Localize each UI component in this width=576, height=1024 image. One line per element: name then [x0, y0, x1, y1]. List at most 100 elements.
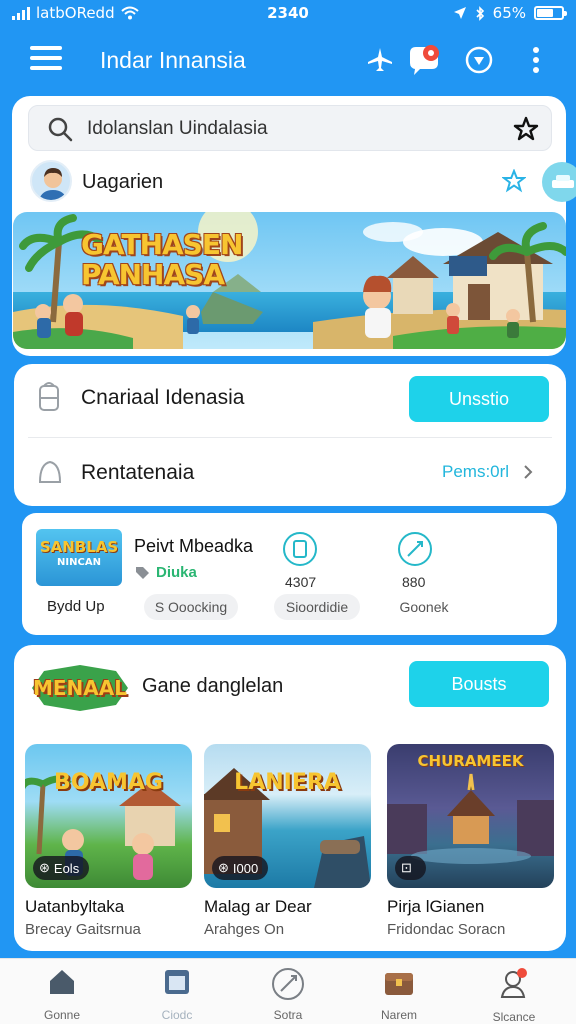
- app-title: Indar Innansia: [100, 47, 246, 73]
- featured-game-logo: SANBLAS NINCAN: [36, 539, 122, 571]
- battery-percent: 65%: [492, 4, 526, 22]
- more-vert-icon: [533, 47, 539, 73]
- star-icon[interactable]: [513, 116, 539, 142]
- star-outline-icon[interactable]: [502, 169, 526, 193]
- play-icon: ⊛: [218, 860, 229, 875]
- home-icon: [50, 970, 74, 994]
- bell-icon: [38, 460, 62, 483]
- row1-action-button[interactable]: Unsstio: [409, 376, 549, 422]
- banner-headline: GATHASEN PANHASA: [81, 228, 243, 291]
- nav-home[interactable]: Gonne: [17, 967, 107, 1022]
- game-badge: ⊛ I000: [212, 856, 269, 880]
- user-row: Uagarien: [14, 160, 576, 204]
- game-card-1[interactable]: BOAMAG ⊛ Eols Uatanbyltaka Brecay Gaitsrn…: [25, 744, 192, 938]
- game-title: Uatanbyltaka: [25, 897, 125, 916]
- nav-calendar[interactable]: Ciodc: [132, 967, 222, 1022]
- compass-icon: [465, 46, 493, 74]
- chat-bubble-icon: [410, 45, 439, 75]
- section-title: Gane danglelan: [142, 675, 284, 697]
- nav-sword[interactable]: Sotra: [243, 967, 333, 1022]
- game-badge: ⊛ Eols: [33, 856, 90, 880]
- actions-card: Cnariaal Idenasia Unsstio Rentatenaia Pe…: [14, 364, 566, 506]
- game-subtitle: Arahges On: [204, 921, 285, 938]
- game-badge-text: I000: [232, 860, 259, 876]
- hamburger-menu-button[interactable]: [30, 46, 62, 74]
- featured-banner[interactable]: GATHASEN PANHASA: [13, 212, 566, 349]
- game-subtitle: Fridondac Soracn: [387, 921, 506, 938]
- game-thumb[interactable]: BOAMAG ⊛ Eols: [25, 744, 192, 888]
- row2-label: Rentatenaia: [81, 461, 195, 484]
- play-icon: ⊡: [401, 860, 412, 875]
- divider: [28, 437, 552, 438]
- game-stats-card: SANBLAS NINCAN Bydd Up Peivt Mbeadka Diu…: [22, 513, 557, 635]
- compass-button[interactable]: [461, 42, 497, 78]
- row1-label: Cnariaal Idenasia: [81, 386, 245, 409]
- search-input[interactable]: Idolanslan Uindalasia: [87, 118, 268, 140]
- nav-label: Gonne: [43, 1008, 81, 1022]
- play-icon: ⊛: [39, 860, 50, 875]
- battery-fill: [537, 9, 553, 17]
- chip-scoreboard[interactable]: Sioordidie: [274, 594, 360, 620]
- airplane-button[interactable]: [362, 42, 398, 78]
- banner-headline-line1: GATHASEN: [81, 228, 243, 261]
- row2-link[interactable]: Pems:0rl: [442, 462, 533, 482]
- boosts-button[interactable]: Bousts: [409, 661, 549, 707]
- featured-tag: Diuka: [134, 564, 197, 581]
- nav-label: Slcance: [492, 1010, 536, 1024]
- game-art-title-1: BOAMAG: [54, 770, 163, 795]
- stat-value-b: 880: [402, 574, 426, 590]
- status-bar: latbORedd 2340 65%: [0, 0, 576, 28]
- section-logo-text: MENAAL: [32, 676, 127, 700]
- featured-game-logo-line1: SANBLAS: [39, 538, 119, 556]
- search-icon: [48, 117, 73, 142]
- game-badge-text: Eols: [53, 860, 80, 876]
- airplane-icon: [368, 48, 392, 71]
- notifications-button[interactable]: [406, 42, 442, 78]
- nav-profile[interactable]: Slcance: [469, 967, 559, 1024]
- nav-label: Narem: [380, 1008, 417, 1022]
- game-title: Pirja lGianen: [387, 897, 485, 916]
- bluetooth-icon: [476, 5, 484, 21]
- tag-icon: [136, 566, 149, 579]
- profile-icon: [500, 968, 527, 998]
- avatar[interactable]: [30, 160, 72, 202]
- nav-chest[interactable]: Narem: [354, 967, 444, 1022]
- featured-tag-text: Diuka: [156, 564, 197, 581]
- location-icon: [453, 7, 466, 19]
- tray-button[interactable]: [542, 162, 576, 202]
- nav-label: Ciodc: [161, 1008, 193, 1022]
- game-card-2[interactable]: LANIERA ⊛ I000 Malag ar Dear Arahges On: [204, 744, 371, 938]
- section-logo: MENAAL: [28, 663, 132, 713]
- bookmark-icon[interactable]: [282, 531, 318, 567]
- sword-icon[interactable]: [397, 531, 433, 567]
- game-title: Malag ar Dear: [204, 897, 312, 916]
- game-thumb[interactable]: CHURAMEEK ⊡: [387, 744, 554, 888]
- app-bar: Indar Innansia: [0, 28, 576, 94]
- banner-headline-line2: PANHASA: [81, 258, 225, 291]
- featured-game-thumb[interactable]: SANBLAS NINCAN: [36, 529, 122, 586]
- calendar-icon: [165, 970, 189, 994]
- battery-icon: [534, 6, 567, 20]
- featured-game-logo-line2: NINCAN: [57, 557, 101, 568]
- featured-caption: Bydd Up: [47, 598, 105, 615]
- bottom-navigation: Gonne Ciodc Sotra Narem Slcance: [0, 958, 576, 1024]
- game-badge: ⊡: [395, 856, 426, 880]
- game-art-title-3: CHURAMEEK: [417, 752, 524, 770]
- search-bar[interactable]: Idolanslan Uindalasia: [28, 105, 552, 151]
- stat-value-a: 4307: [285, 574, 317, 590]
- lantern-icon: [39, 382, 59, 411]
- chevron-right-icon: [524, 465, 533, 479]
- game-thumb[interactable]: LANIERA ⊛ I000: [204, 744, 371, 888]
- chip-goonek[interactable]: Goonek: [388, 594, 460, 620]
- chip-booking[interactable]: S Ooocking: [144, 594, 238, 620]
- game-art-title-2: LANIERA: [234, 770, 341, 795]
- game-card-3[interactable]: CHURAMEEK ⊡ Pirja lGianen Fridondac Sora…: [387, 744, 554, 938]
- sword-icon: [272, 968, 304, 1000]
- more-options-button[interactable]: [518, 42, 554, 78]
- game-subtitle: Brecay Gaitsrnua: [25, 921, 141, 938]
- row2-link-text: Pems:0rl: [442, 462, 510, 481]
- user-name: Uagarien: [82, 171, 164, 193]
- tray-icon: [552, 175, 574, 188]
- featured-title: Peivt Mbeadka: [134, 536, 254, 556]
- chest-icon: [385, 973, 413, 995]
